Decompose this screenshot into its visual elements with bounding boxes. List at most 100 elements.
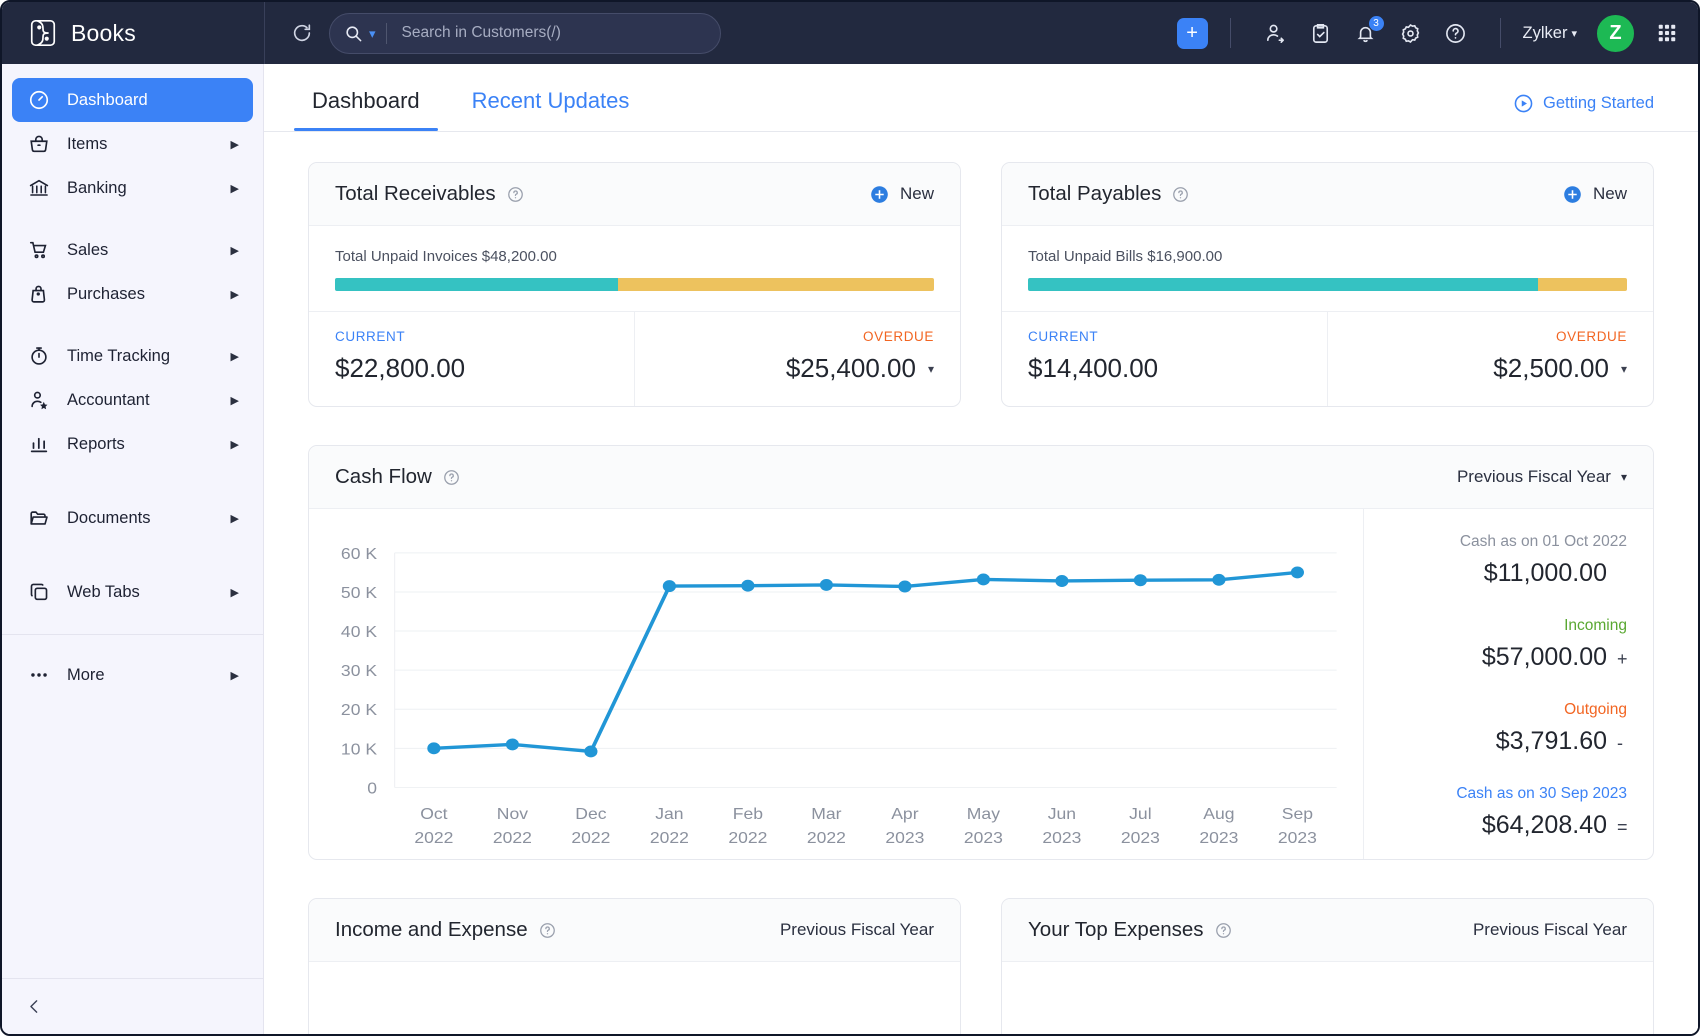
tab-recent-updates[interactable]: Recent Updates bbox=[468, 88, 634, 131]
outgoing-value-wrap: $3,791.60 - bbox=[1390, 727, 1627, 756]
chevron-right-icon: ▶ bbox=[230, 244, 239, 257]
items-icon bbox=[28, 133, 50, 155]
outgoing-sign: - bbox=[1617, 733, 1623, 753]
organization-switcher[interactable]: Zylker bbox=[1523, 24, 1568, 43]
sidebar-collapse-button[interactable] bbox=[2, 978, 263, 1034]
grid-apps-icon[interactable] bbox=[1656, 22, 1678, 44]
svg-text:0: 0 bbox=[367, 779, 377, 797]
chevron-right-icon: ▶ bbox=[230, 288, 239, 301]
contacts-icon[interactable] bbox=[1264, 22, 1287, 45]
cash-flow-period-selector[interactable]: Previous Fiscal Year ▾ bbox=[1457, 467, 1627, 487]
overdue-value-wrap: $2,500.00 ▾ bbox=[1354, 353, 1627, 384]
chevron-left-icon bbox=[26, 998, 43, 1015]
opening-cash-value: $11,000.00 bbox=[1483, 559, 1607, 587]
sidebar-nav: Dashboard Items ▶ Banking ▶ Sales ▶ Purc… bbox=[2, 64, 263, 697]
receivables-split: CURRENT $22,800.00 OVERDUE $25,400.00 ▾ bbox=[309, 311, 960, 406]
cash-flow-line-chart: 0 10 K 20 K 30 K 40 K 50 K 60 K Oct 2022 Nov 2022 D… bbox=[341, 545, 1337, 847]
payables-progress-bar bbox=[1028, 278, 1627, 291]
card-body: Total Unpaid Invoices $48,200.00 bbox=[309, 226, 960, 311]
sidebar-item-sales[interactable]: Sales ▶ bbox=[12, 228, 253, 272]
current-value: $22,800.00 bbox=[335, 353, 466, 383]
sidebar-item-reports[interactable]: Reports ▶ bbox=[12, 422, 253, 466]
svg-text:2023: 2023 bbox=[1278, 829, 1317, 847]
sidebar-item-more[interactable]: More ▶ bbox=[12, 653, 253, 697]
chevron-right-icon: ▶ bbox=[230, 512, 239, 525]
top-expenses-period[interactable]: Previous Fiscal Year bbox=[1473, 920, 1627, 940]
tab-dashboard[interactable]: Dashboard bbox=[294, 88, 438, 131]
bar-segment-overdue bbox=[618, 278, 934, 291]
payables-current-cell: CURRENT $14,400.00 bbox=[1002, 312, 1327, 406]
svg-text:Aug: Aug bbox=[1203, 805, 1234, 823]
bottom-row: Income and Expense Previous Fiscal Year bbox=[308, 898, 1654, 1034]
closing-cash-value-wrap: $64,208.40 = bbox=[1390, 811, 1628, 840]
search-input[interactable] bbox=[401, 24, 706, 42]
tab-bar: Dashboard Recent Updates Getting Started bbox=[264, 64, 1698, 132]
organization-chevron-down-icon[interactable]: ▾ bbox=[1571, 27, 1577, 40]
avatar[interactable]: Z bbox=[1595, 12, 1636, 54]
closing-cash-block: Cash as on 30 Sep 2023 $64,208.40 = bbox=[1390, 785, 1627, 840]
help-circle-icon[interactable] bbox=[443, 469, 460, 486]
svg-text:Apr: Apr bbox=[891, 805, 919, 823]
help-circle-icon[interactable] bbox=[539, 922, 556, 939]
overdue-value: $25,400.00 bbox=[785, 353, 916, 383]
nav-gap bbox=[2, 210, 263, 228]
sales-icon bbox=[28, 239, 50, 261]
svg-text:20 K: 20 K bbox=[341, 701, 377, 719]
app-window: Books ▾ + bbox=[0, 0, 1700, 1036]
sidebar-item-banking[interactable]: Banking ▶ bbox=[12, 166, 253, 210]
card-title: Total Receivables bbox=[335, 182, 496, 205]
help-icon[interactable] bbox=[1444, 22, 1467, 45]
search-scope-chevron-down-icon[interactable]: ▾ bbox=[369, 27, 376, 40]
quick-create-button[interactable]: + bbox=[1176, 17, 1208, 49]
reports-icon bbox=[28, 433, 50, 455]
settings-icon[interactable] bbox=[1399, 22, 1422, 45]
closing-cash-label[interactable]: Cash as on 30 Sep 2023 bbox=[1390, 785, 1627, 803]
tasks-icon[interactable] bbox=[1309, 22, 1332, 45]
plus-circle-icon bbox=[869, 184, 890, 205]
card-header: Income and Expense Previous Fiscal Year bbox=[309, 899, 960, 962]
help-circle-icon[interactable] bbox=[1215, 922, 1232, 939]
payables-overdue-cell: OVERDUE $2,500.00 ▾ bbox=[1327, 312, 1653, 406]
getting-started-button[interactable]: Getting Started bbox=[1513, 93, 1654, 131]
search-box[interactable]: ▾ bbox=[329, 12, 721, 54]
receivables-overdue-cell: OVERDUE $25,400.00 ▾ bbox=[634, 312, 960, 406]
brand[interactable]: Books bbox=[2, 2, 264, 64]
new-bill-button[interactable]: New bbox=[1562, 184, 1627, 205]
notifications-icon[interactable]: 3 bbox=[1354, 15, 1384, 45]
svg-text:Sep: Sep bbox=[1282, 805, 1313, 823]
chevron-down-icon[interactable]: ▾ bbox=[1621, 362, 1627, 376]
sidebar-item-accountant[interactable]: Accountant ▶ bbox=[12, 378, 253, 422]
income-expense-period[interactable]: Previous Fiscal Year bbox=[780, 920, 934, 940]
period-label: Previous Fiscal Year bbox=[1456, 467, 1611, 486]
card-title: Cash Flow bbox=[335, 465, 432, 488]
brand-name: Books bbox=[71, 19, 136, 46]
topbar-divider bbox=[264, 2, 265, 64]
sidebar-item-dashboard[interactable]: Dashboard bbox=[12, 78, 253, 122]
refresh-icon[interactable] bbox=[291, 22, 313, 44]
help-circle-icon[interactable] bbox=[507, 186, 524, 203]
new-invoice-button[interactable]: New bbox=[869, 184, 934, 205]
documents-icon bbox=[28, 507, 50, 529]
sidebar-item-label: Banking bbox=[67, 178, 127, 197]
svg-text:Jul: Jul bbox=[1129, 805, 1151, 823]
sidebar-item-label: Dashboard bbox=[67, 90, 148, 109]
help-circle-icon[interactable] bbox=[1172, 186, 1189, 203]
main-area: Dashboard Recent Updates Getting Started bbox=[264, 64, 1698, 1034]
chevron-down-icon[interactable]: ▾ bbox=[928, 362, 934, 376]
sidebar-item-web-tabs[interactable]: Web Tabs ▶ bbox=[12, 570, 253, 614]
purchases-icon bbox=[28, 283, 50, 305]
chevron-right-icon: ▶ bbox=[230, 138, 239, 151]
plus-circle-icon bbox=[1562, 184, 1583, 205]
svg-text:2022: 2022 bbox=[571, 829, 610, 847]
sidebar-item-purchases[interactable]: Purchases ▶ bbox=[12, 272, 253, 316]
overdue-value-wrap: $25,400.00 ▾ bbox=[661, 353, 934, 384]
banking-icon bbox=[28, 177, 50, 199]
sidebar-item-time-tracking[interactable]: Time Tracking ▶ bbox=[12, 334, 253, 378]
sidebar-item-items[interactable]: Items ▶ bbox=[12, 122, 253, 166]
svg-text:2023: 2023 bbox=[964, 829, 1003, 847]
chevron-right-icon: ▶ bbox=[230, 350, 239, 363]
chevron-right-icon: ▶ bbox=[230, 669, 239, 682]
svg-text:50 K: 50 K bbox=[341, 584, 377, 602]
sidebar-item-documents[interactable]: Documents ▶ bbox=[12, 496, 253, 540]
payables-split: CURRENT $14,400.00 OVERDUE $2,500.00 ▾ bbox=[1002, 311, 1653, 406]
